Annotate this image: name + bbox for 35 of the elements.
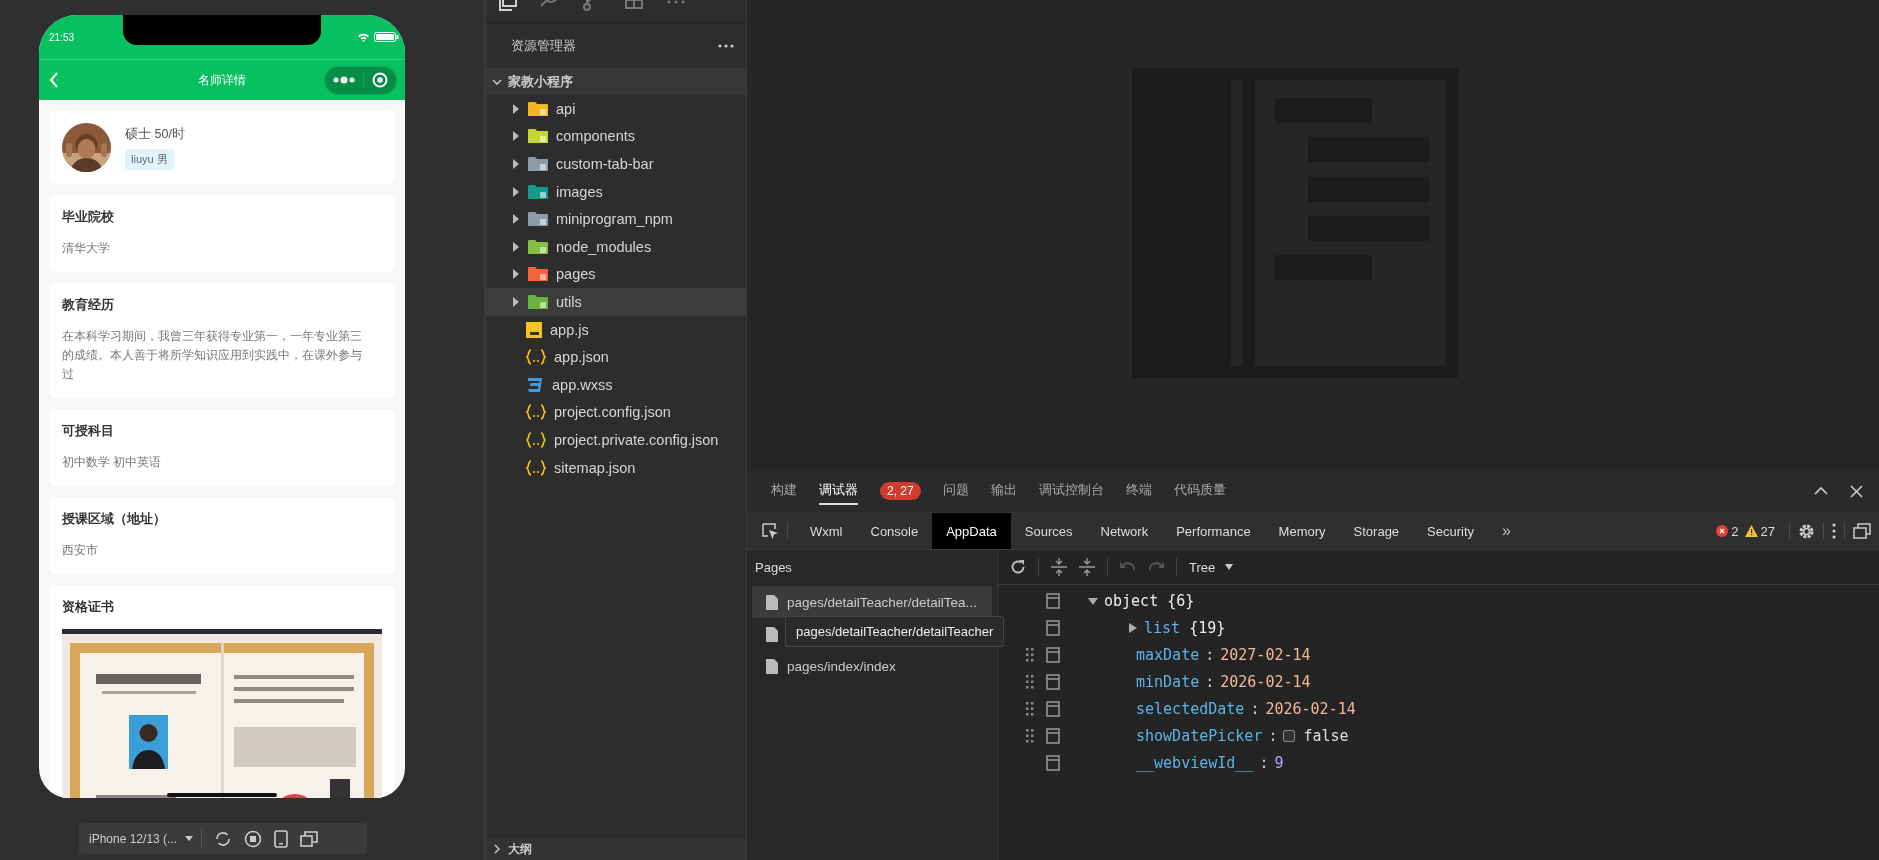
section-title: 毕业院校 [62, 209, 115, 226]
section-title: 教育经历 [62, 297, 115, 314]
tree-summary: {19} [1189, 618, 1226, 637]
section-text: 初中数学 初中英语 [62, 455, 163, 470]
count-badge: 2, 27 [880, 482, 921, 500]
tree-value: 9 [1274, 753, 1284, 772]
tree-summary: {6} [1167, 591, 1195, 610]
tree-key: minDate [1136, 672, 1200, 691]
tree-key: object [1104, 591, 1159, 610]
tree-value: false [1303, 726, 1349, 745]
tree-key: maxDate [1136, 645, 1200, 664]
section-title: 资格证书 [62, 599, 115, 616]
section-text: 在本科学习期间，我曾三年获得专业第一，一年专业第三的成绩。本人善于将所学知识应用到实践中，在课外参与过 [62, 329, 363, 382]
explorer-title: 资源管理器 [511, 37, 576, 55]
colon-separator: : [1205, 672, 1215, 691]
colon-separator: : [1268, 726, 1278, 745]
teacher-summary: 硕士 50/时 [125, 125, 185, 143]
section-title: 授课区域（地址） [62, 511, 167, 528]
warning-count: 27 [1760, 523, 1775, 539]
tree-key: showDatePicker [1136, 726, 1263, 745]
colon-separator: : [1250, 699, 1260, 718]
section-title: 可授科目 [62, 423, 115, 440]
pages-title: Pages [754, 559, 793, 577]
page-title: 名师详情 [197, 71, 247, 89]
section-text: 清华大学 [62, 241, 111, 256]
tree-key: __webviewId__ [1136, 753, 1254, 772]
colon-separator: : [1205, 645, 1215, 664]
tree-key: list [1144, 618, 1181, 637]
teacher-tag: liuyu 男 [125, 148, 174, 170]
status-time: 21:53 [49, 31, 75, 43]
error-count: 2 [1731, 523, 1739, 539]
colon-separator: : [1259, 753, 1269, 772]
tooltip: pages/detailTeacher/detailTeacher [785, 616, 1005, 647]
section-text: 西安市 [62, 543, 99, 558]
tree-key: selectedDate [1136, 699, 1245, 718]
